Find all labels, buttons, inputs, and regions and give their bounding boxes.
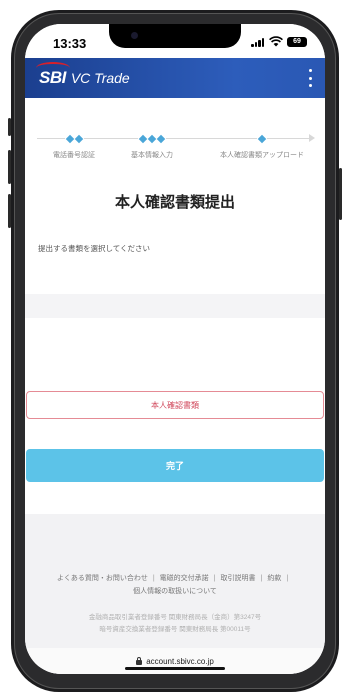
step-indicator: [257, 134, 267, 143]
phone-screen: 13:33 69 SBI VC Trade 電話番号認証 基本情報入力 本人確認…: [25, 24, 325, 674]
step-label: 電話番号認証: [53, 152, 95, 159]
footer-link-electronic-delivery[interactable]: 電磁的交付承諾: [160, 575, 209, 582]
footer-link-privacy[interactable]: 個人情報の取扱いについて: [133, 588, 217, 595]
step-phone-auth: 電話番号認証: [53, 134, 95, 160]
footer-links: よくある質問・お問い合わせ | 電磁的交付承諾 | 取引説明書 | 約款 | 個人情報の取扱い…: [33, 572, 317, 598]
link-separator: |: [213, 575, 216, 582]
more-menu-icon[interactable]: [307, 69, 313, 87]
identity-document-button[interactable]: 本人確認書類: [26, 391, 324, 419]
logo-vc-trade: VC Trade: [70, 70, 130, 86]
step-document-upload: 本人確認書類アップロード: [220, 134, 304, 160]
signal-icon: [251, 38, 264, 47]
footer-link-terms[interactable]: 約款: [267, 575, 281, 582]
legal-line-2: 暗号資産交換業者登録番号 関東財務局長 第00011号: [99, 626, 251, 633]
camera-icon: [131, 32, 138, 39]
power-button: [339, 168, 342, 220]
wifi-icon: [269, 36, 283, 47]
home-indicator[interactable]: [125, 667, 225, 670]
battery-icon: 69: [287, 37, 307, 47]
step-label: 基本情報入力: [131, 152, 173, 159]
section-divider: [25, 294, 325, 318]
step-basic-info: 基本情報入力: [131, 134, 173, 160]
progress-arrow-icon: [309, 134, 315, 142]
status-time: 13:33: [53, 36, 87, 51]
app-header: SBI VC Trade: [25, 58, 325, 98]
battery-level: 69: [293, 38, 301, 45]
progress-steps: 電話番号認証 基本情報入力 本人確認書類アップロード: [37, 134, 315, 160]
done-button[interactable]: 完了: [26, 449, 324, 482]
lock-icon: [136, 656, 143, 665]
step-label: 本人確認書類アップロード: [220, 152, 304, 159]
main-content: 電話番号認証 基本情報入力 本人確認書類アップロード 本人確認書類提出 提出する…: [25, 98, 325, 294]
logo[interactable]: SBI VC Trade: [36, 62, 130, 91]
document-panel: 本人確認書類 完了: [25, 318, 325, 514]
step-indicator: [64, 134, 84, 143]
notch: [109, 24, 241, 48]
logo-sbi: SBI: [36, 62, 70, 87]
volume-down-button: [8, 194, 11, 228]
volume-up-button: [8, 150, 11, 184]
link-separator: |: [260, 575, 263, 582]
legal-line-1: 金融商品取引業者登録番号 関東財務局長（金商）第3247号: [88, 614, 262, 621]
footer-link-faq[interactable]: よくある質問・お問い合わせ: [57, 575, 148, 582]
step-indicator: [138, 134, 166, 143]
browser-url: account.sbivc.co.jp: [146, 656, 214, 666]
browser-address-bar[interactable]: account.sbivc.co.jp: [25, 648, 325, 674]
legal-notice: 金融商品取引業者登録番号 関東財務局長（金商）第3247号 暗号資産交換業者登録…: [25, 612, 325, 636]
status-bar: 13:33 69: [25, 24, 325, 58]
footer-link-trading-explanation[interactable]: 取引説明書: [221, 575, 256, 582]
link-separator: |: [152, 575, 155, 582]
page-title: 本人確認書類提出: [114, 194, 235, 211]
silent-switch: [8, 118, 11, 136]
instruction-text: 提出する書類を選択してください: [38, 244, 151, 253]
link-separator: |: [286, 575, 289, 582]
